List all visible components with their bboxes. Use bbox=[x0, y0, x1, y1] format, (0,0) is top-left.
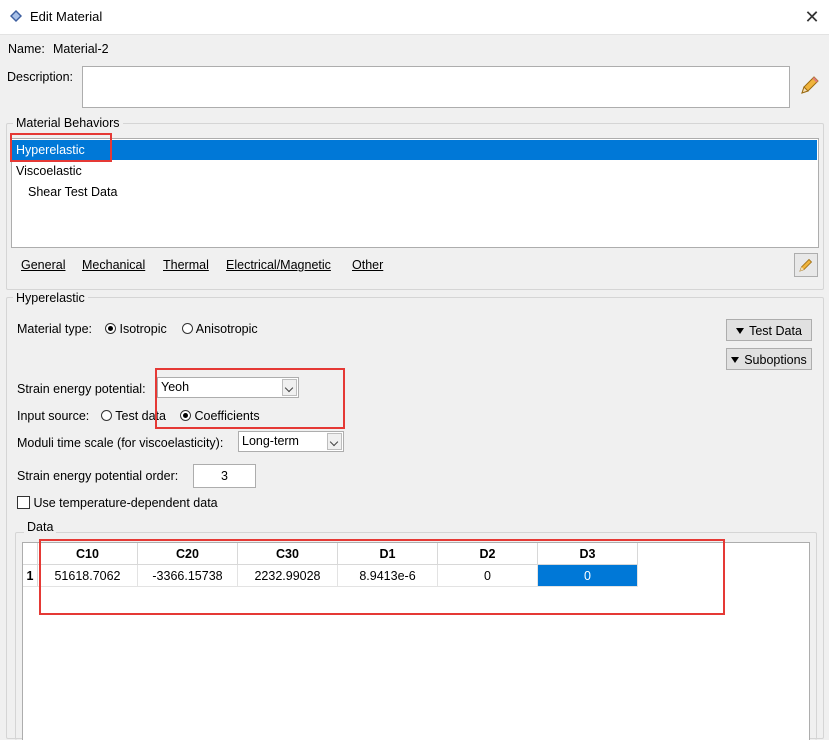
temperature-dependent-checkbox[interactable]: Use temperature-dependent data bbox=[17, 496, 218, 510]
behavior-item-viscoelastic[interactable]: Viscoelastic bbox=[12, 161, 82, 181]
behavior-item-hyperelastic[interactable]: Hyperelastic bbox=[12, 140, 817, 160]
title-bar: Edit Material ✕ bbox=[0, 0, 829, 35]
dropdown-triangle-icon bbox=[736, 328, 745, 334]
checkbox bbox=[17, 496, 30, 509]
annotation-box-hyperelastic bbox=[10, 133, 112, 162]
test-data-button[interactable]: Test Data bbox=[726, 319, 812, 341]
edit-behavior-button[interactable] bbox=[794, 253, 818, 277]
row-header-corner bbox=[23, 543, 38, 565]
radio-button bbox=[105, 323, 116, 334]
menu-mechanical[interactable]: Mechanical bbox=[82, 253, 145, 275]
moduli-time-scale-label: Moduli time scale (for viscoelasticity): bbox=[17, 436, 224, 450]
description-input[interactable] bbox=[82, 66, 790, 108]
material-behaviors-list: Hyperelastic Viscoelastic Shear Test Dat… bbox=[11, 138, 819, 248]
order-input[interactable]: 3 bbox=[193, 464, 256, 488]
radio-button bbox=[101, 410, 112, 421]
suboptions-button[interactable]: Suboptions bbox=[726, 348, 812, 370]
chevron-down-icon bbox=[327, 433, 342, 450]
close-icon: ✕ bbox=[804, 7, 820, 27]
annotation-box-data bbox=[39, 539, 725, 615]
radio-anisotropic[interactable]: Anisotropic bbox=[182, 322, 258, 336]
input-source-label: Input source: bbox=[17, 409, 90, 423]
strain-energy-label: Strain energy potential: bbox=[17, 382, 146, 396]
row-index: 1 bbox=[23, 564, 38, 587]
close-button[interactable]: ✕ bbox=[800, 6, 824, 28]
name-value: Material-2 bbox=[53, 42, 109, 56]
pencil-icon[interactable] bbox=[797, 74, 821, 98]
data-section-label: Data bbox=[24, 520, 57, 534]
menu-electrical-magnetic[interactable]: Electrical/Magnetic bbox=[226, 253, 331, 275]
pencil-icon bbox=[799, 258, 813, 272]
dropdown-triangle-icon bbox=[731, 357, 740, 363]
description-label: Description: bbox=[7, 70, 73, 84]
name-label: Name: bbox=[8, 42, 45, 56]
menu-thermal[interactable]: Thermal bbox=[163, 253, 209, 275]
material-behaviors-label: Material Behaviors bbox=[13, 116, 123, 130]
moduli-time-scale-select[interactable]: Long-term bbox=[238, 431, 344, 452]
radio-isotropic[interactable]: Isotropic bbox=[105, 322, 167, 336]
material-type-label: Material type: bbox=[17, 322, 93, 336]
menu-other[interactable]: Other bbox=[352, 253, 383, 275]
annotation-box-strain-energy bbox=[155, 368, 345, 429]
menu-general[interactable]: General bbox=[21, 253, 65, 275]
radio-button bbox=[182, 323, 193, 334]
order-label: Strain energy potential order: bbox=[17, 469, 179, 483]
behavior-item-shear-test-data[interactable]: Shear Test Data bbox=[12, 182, 117, 202]
window-title: Edit Material bbox=[30, 9, 103, 24]
hyperelastic-section-label: Hyperelastic bbox=[13, 291, 88, 305]
abaqus-app-icon bbox=[10, 10, 22, 22]
